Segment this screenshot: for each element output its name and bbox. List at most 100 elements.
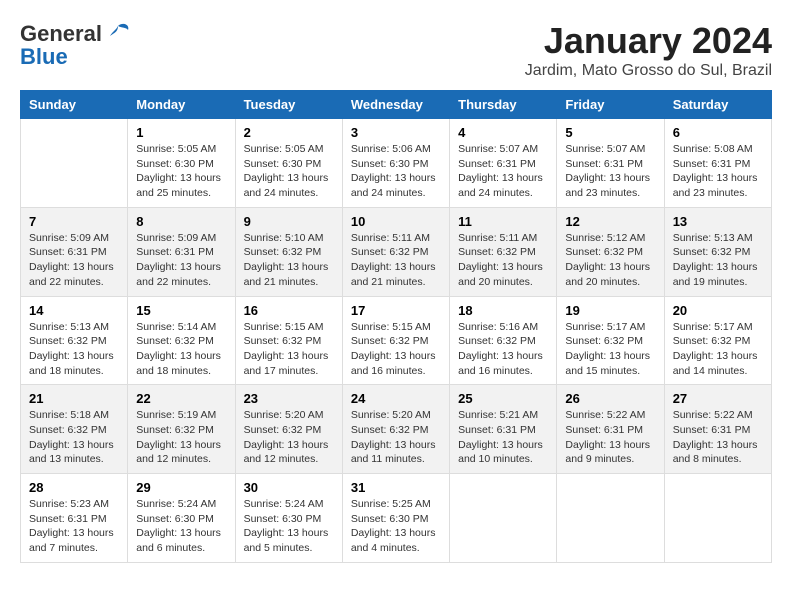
calendar-week-row: 28 Sunrise: 5:23 AMSunset: 6:31 PMDayligh… <box>21 474 772 563</box>
weekday-header-cell: Monday <box>128 91 235 119</box>
calendar-cell: 23Sunrise: 5:20 AMSunset: 6:32 PMDayligh… <box>235 385 342 474</box>
weekday-header-cell: Tuesday <box>235 91 342 119</box>
day-number: 8 <box>136 214 226 229</box>
day-number: 23 <box>244 391 334 406</box>
calendar-cell: 21 Sunrise: 5:18 AMSunset: 6:32 PMDayligh… <box>21 385 128 474</box>
calendar-cell: 2Sunrise: 5:05 AMSunset: 6:30 PMDaylight… <box>235 119 342 208</box>
day-number: 3 <box>351 125 441 140</box>
calendar-cell: 5Sunrise: 5:07 AMSunset: 6:31 PMDaylight… <box>557 119 664 208</box>
day-number: 9 <box>244 214 334 229</box>
day-number: 18 <box>458 303 548 318</box>
calendar-cell: 18Sunrise: 5:16 AMSunset: 6:32 PMDayligh… <box>450 296 557 385</box>
day-number: 21 <box>29 391 119 406</box>
day-number: 29 <box>136 480 226 495</box>
day-number: 28 <box>29 480 119 495</box>
day-info: Sunrise: 5:09 AMSunset: 6:31 PMDaylight:… <box>136 231 226 290</box>
calendar-week-row: 7 Sunrise: 5:09 AMSunset: 6:31 PMDaylight… <box>21 207 772 296</box>
day-number: 26 <box>565 391 655 406</box>
calendar-cell: 16 Sunrise: 5:15 AMSunset: 6:32 PMDayligh… <box>235 296 342 385</box>
day-number: 11 <box>458 214 548 229</box>
calendar-cell: 3 Sunrise: 5:06 AMSunset: 6:30 PMDaylight… <box>342 119 449 208</box>
day-info: Sunrise: 5:17 AMSunset: 6:32 PMDaylight:… <box>673 320 763 379</box>
day-info: Sunrise: 5:05 AMSunset: 6:30 PMDaylight:… <box>136 142 226 201</box>
calendar-week-row: 14 Sunrise: 5:13 AMSunset: 6:32 PMDayligh… <box>21 296 772 385</box>
day-number: 10 <box>351 214 441 229</box>
weekday-header-row: SundayMondayTuesdayWednesdayThursdayFrid… <box>21 91 772 119</box>
calendar-cell: 28 Sunrise: 5:23 AMSunset: 6:31 PMDayligh… <box>21 474 128 563</box>
day-number: 20 <box>673 303 763 318</box>
day-number: 27 <box>673 391 763 406</box>
title-block: January 2024 Jardim, Mato Grosso do Sul,… <box>525 20 772 80</box>
day-info: Sunrise: 5:22 AMSunset: 6:31 PMDaylight:… <box>673 408 763 467</box>
calendar-week-row: 21 Sunrise: 5:18 AMSunset: 6:32 PMDayligh… <box>21 385 772 474</box>
calendar-cell: 20 Sunrise: 5:17 AMSunset: 6:32 PMDayligh… <box>664 296 771 385</box>
calendar-cell: 11Sunrise: 5:11 AMSunset: 6:32 PMDayligh… <box>450 207 557 296</box>
weekday-header-cell: Sunday <box>21 91 128 119</box>
day-info: Sunrise: 5:09 AMSunset: 6:31 PMDaylight:… <box>29 231 119 290</box>
day-info: Sunrise: 5:13 AMSunset: 6:32 PMDaylight:… <box>29 320 119 379</box>
calendar-cell: 13Sunrise: 5:13 AMSunset: 6:32 PMDayligh… <box>664 207 771 296</box>
day-number: 15 <box>136 303 226 318</box>
calendar-cell: 24 Sunrise: 5:20 AMSunset: 6:32 PMDayligh… <box>342 385 449 474</box>
day-info: Sunrise: 5:06 AMSunset: 6:30 PMDaylight:… <box>351 142 441 201</box>
calendar-cell: 4 Sunrise: 5:07 AMSunset: 6:31 PMDaylight… <box>450 119 557 208</box>
day-info: Sunrise: 5:23 AMSunset: 6:31 PMDaylight:… <box>29 497 119 556</box>
day-info: Sunrise: 5:25 AMSunset: 6:30 PMDaylight:… <box>351 497 441 556</box>
day-number: 17 <box>351 303 441 318</box>
calendar-cell <box>664 474 771 563</box>
calendar-cell: 31 Sunrise: 5:25 AMSunset: 6:30 PMDayligh… <box>342 474 449 563</box>
calendar-cell <box>557 474 664 563</box>
calendar-cell: 6 Sunrise: 5:08 AMSunset: 6:31 PMDaylight… <box>664 119 771 208</box>
day-info: Sunrise: 5:15 AMSunset: 6:32 PMDaylight:… <box>351 320 441 379</box>
calendar-cell: 30 Sunrise: 5:24 AMSunset: 6:30 PMDayligh… <box>235 474 342 563</box>
day-number: 6 <box>673 125 763 140</box>
day-number: 16 <box>244 303 334 318</box>
day-info: Sunrise: 5:07 AMSunset: 6:31 PMDaylight:… <box>458 142 548 201</box>
calendar-cell: 9 Sunrise: 5:10 AMSunset: 6:32 PMDaylight… <box>235 207 342 296</box>
month-title: January 2024 <box>525 20 772 62</box>
calendar-cell: 22Sunrise: 5:19 AMSunset: 6:32 PMDayligh… <box>128 385 235 474</box>
weekday-header-cell: Wednesday <box>342 91 449 119</box>
logo: General Blue <box>20 20 132 70</box>
calendar-cell: 25Sunrise: 5:21 AMSunset: 6:31 PMDayligh… <box>450 385 557 474</box>
calendar-cell: 10 Sunrise: 5:11 AMSunset: 6:32 PMDayligh… <box>342 207 449 296</box>
day-info: Sunrise: 5:08 AMSunset: 6:31 PMDaylight:… <box>673 142 763 201</box>
day-info: Sunrise: 5:12 AMSunset: 6:32 PMDaylight:… <box>565 231 655 290</box>
calendar-body: 1 Sunrise: 5:05 AMSunset: 6:30 PMDaylight… <box>21 119 772 563</box>
calendar-cell <box>21 119 128 208</box>
calendar-cell: 7 Sunrise: 5:09 AMSunset: 6:31 PMDaylight… <box>21 207 128 296</box>
day-info: Sunrise: 5:18 AMSunset: 6:32 PMDaylight:… <box>29 408 119 467</box>
weekday-header-cell: Friday <box>557 91 664 119</box>
day-number: 24 <box>351 391 441 406</box>
day-info: Sunrise: 5:05 AMSunset: 6:30 PMDaylight:… <box>244 142 334 201</box>
day-info: Sunrise: 5:10 AMSunset: 6:32 PMDaylight:… <box>244 231 334 290</box>
day-number: 31 <box>351 480 441 495</box>
calendar-cell: 1 Sunrise: 5:05 AMSunset: 6:30 PMDaylight… <box>128 119 235 208</box>
calendar-cell <box>450 474 557 563</box>
calendar-cell: 29Sunrise: 5:24 AMSunset: 6:30 PMDayligh… <box>128 474 235 563</box>
calendar-cell: 26 Sunrise: 5:22 AMSunset: 6:31 PMDayligh… <box>557 385 664 474</box>
day-number: 4 <box>458 125 548 140</box>
day-info: Sunrise: 5:19 AMSunset: 6:32 PMDaylight:… <box>136 408 226 467</box>
day-info: Sunrise: 5:14 AMSunset: 6:32 PMDaylight:… <box>136 320 226 379</box>
day-number: 14 <box>29 303 119 318</box>
weekday-header-cell: Thursday <box>450 91 557 119</box>
day-number: 7 <box>29 214 119 229</box>
day-info: Sunrise: 5:24 AMSunset: 6:30 PMDaylight:… <box>244 497 334 556</box>
day-info: Sunrise: 5:11 AMSunset: 6:32 PMDaylight:… <box>351 231 441 290</box>
day-info: Sunrise: 5:15 AMSunset: 6:32 PMDaylight:… <box>244 320 334 379</box>
calendar-cell: 19Sunrise: 5:17 AMSunset: 6:32 PMDayligh… <box>557 296 664 385</box>
day-info: Sunrise: 5:20 AMSunset: 6:32 PMDaylight:… <box>351 408 441 467</box>
day-number: 19 <box>565 303 655 318</box>
calendar-cell: 27 Sunrise: 5:22 AMSunset: 6:31 PMDayligh… <box>664 385 771 474</box>
day-info: Sunrise: 5:21 AMSunset: 6:31 PMDaylight:… <box>458 408 548 467</box>
weekday-header-cell: Saturday <box>664 91 771 119</box>
day-number: 1 <box>136 125 226 140</box>
day-info: Sunrise: 5:13 AMSunset: 6:32 PMDaylight:… <box>673 231 763 290</box>
calendar-cell: 15 Sunrise: 5:14 AMSunset: 6:32 PMDayligh… <box>128 296 235 385</box>
logo-bird-icon <box>104 20 132 48</box>
day-info: Sunrise: 5:22 AMSunset: 6:31 PMDaylight:… <box>565 408 655 467</box>
calendar-cell: 12Sunrise: 5:12 AMSunset: 6:32 PMDayligh… <box>557 207 664 296</box>
day-number: 30 <box>244 480 334 495</box>
calendar-table: SundayMondayTuesdayWednesdayThursdayFrid… <box>20 90 772 563</box>
